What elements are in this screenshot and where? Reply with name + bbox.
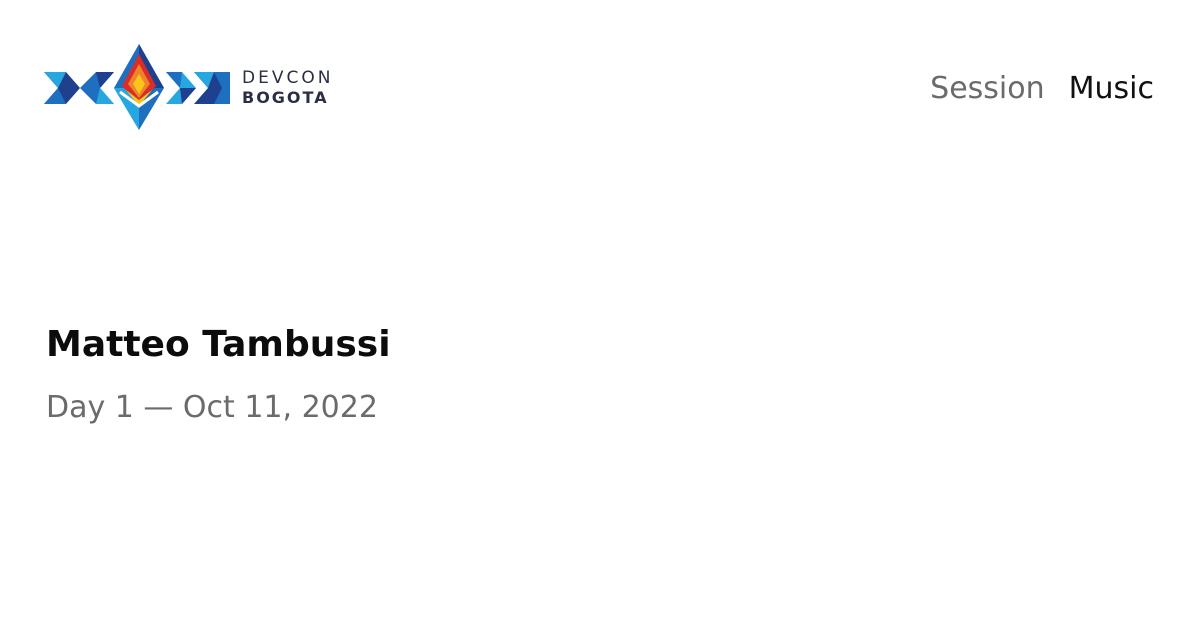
- session-date: Day 1 — Oct 11, 2022: [46, 390, 378, 425]
- session-tags: Session Music: [930, 70, 1154, 108]
- speaker-name-title: Matteo Tambussi: [46, 324, 391, 365]
- tag-session: Session: [930, 71, 1045, 106]
- logo-wordmark-line2: BOGOTA: [242, 88, 329, 107]
- devcon-bogota-logo: DEVCON BOGOTA: [44, 42, 354, 134]
- logo-wordmark: DEVCON BOGOTA: [242, 70, 333, 106]
- tag-music: Music: [1068, 71, 1154, 106]
- devcon-logo-mark-icon: [44, 44, 230, 130]
- logo-wordmark-line1: DEVCON: [242, 68, 334, 88]
